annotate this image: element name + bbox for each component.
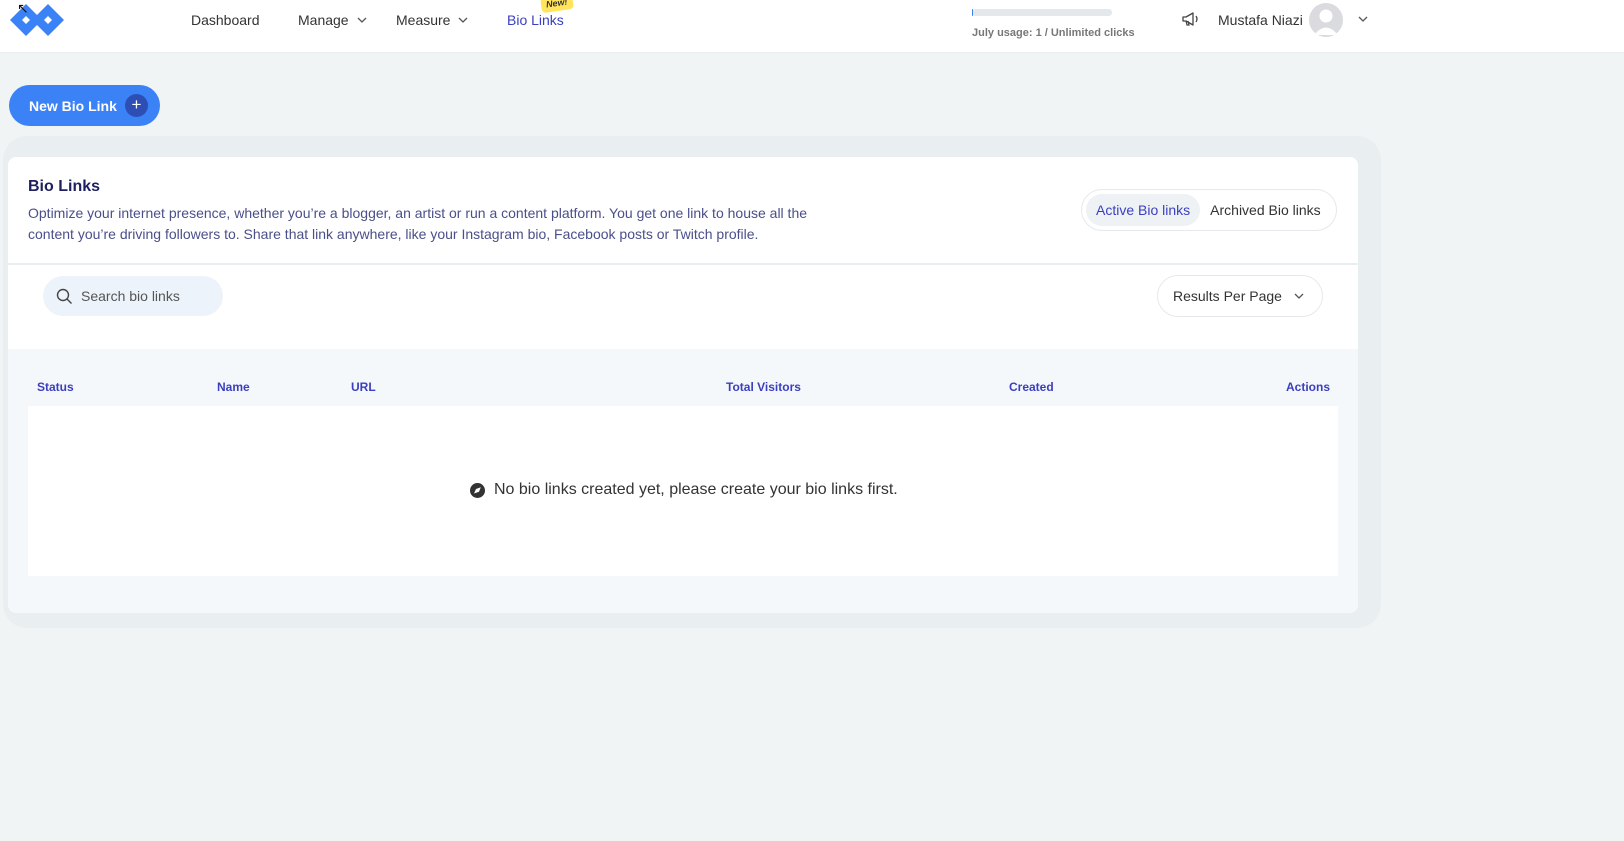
search-input[interactable] [81,288,211,304]
compass-icon [470,482,485,498]
chevron-down-icon [1294,293,1304,299]
plus-icon: + [125,94,148,117]
column-header-status[interactable]: Status [37,380,74,394]
new-bio-link-label: New Bio Link [29,97,117,114]
tab-active-bio-links[interactable]: Active Bio links [1086,194,1201,226]
nav-bio-links[interactable]: Bio Links [507,12,564,28]
usage-progress-bar [972,9,1112,16]
bio-links-toggle: Active Bio links Archived Bio links [1081,189,1337,231]
nav-manage-label: Manage [298,12,349,28]
new-bio-link-button[interactable]: New Bio Link + [9,85,160,126]
user-silhouette-icon [1314,9,1338,35]
nav-measure-label: Measure [396,12,451,28]
nav-dashboard[interactable]: Dashboard [191,12,260,28]
nav-manage[interactable]: Manage [298,12,367,28]
mouse-cursor-icon: ↖ [17,0,29,16]
user-name[interactable]: Mustafa Niazi [1218,12,1303,28]
column-header-name[interactable]: Name [217,380,250,394]
nav-bio-links-label: Bio Links [507,12,564,28]
filter-row: Results Per Page [8,265,1358,349]
search-box[interactable] [43,276,223,316]
bio-links-table: Status Name URL Total Visitors Created A… [8,349,1358,613]
column-header-created[interactable]: Created [1009,380,1054,394]
page-title: Bio Links [28,178,101,195]
chevron-down-icon [459,17,468,23]
empty-state-message: No bio links created yet, please create … [494,481,898,498]
results-per-page-label: Results Per Page [1173,288,1282,304]
chevron-down-icon [357,17,367,23]
user-menu-chevron-icon[interactable] [1358,14,1368,24]
megaphone-icon[interactable] [1181,10,1201,28]
tab-archived-bio-links[interactable]: Archived Bio links [1200,194,1331,226]
top-navbar: ↖ Dashboard Manage Measure Bio Links New… [0,0,1624,53]
search-icon [56,288,72,304]
bio-links-card-header: Bio Links Optimize your internet presenc… [8,157,1358,263]
column-header-actions: Actions [1286,380,1331,394]
column-header-url[interactable]: URL [351,380,376,394]
usage-text: July usage: 1 / Unlimited clicks [972,27,1135,39]
nav-measure[interactable]: Measure [396,12,468,28]
empty-state: No bio links created yet, please create … [470,481,898,499]
page-description: Optimize your internet presence, whether… [28,205,808,242]
nav-dashboard-label: Dashboard [191,12,260,28]
results-per-page-select[interactable]: Results Per Page [1157,275,1323,317]
table-body: No bio links created yet, please create … [28,406,1338,576]
column-header-total-visitors[interactable]: Total Visitors [726,380,801,394]
avatar[interactable] [1309,3,1343,37]
